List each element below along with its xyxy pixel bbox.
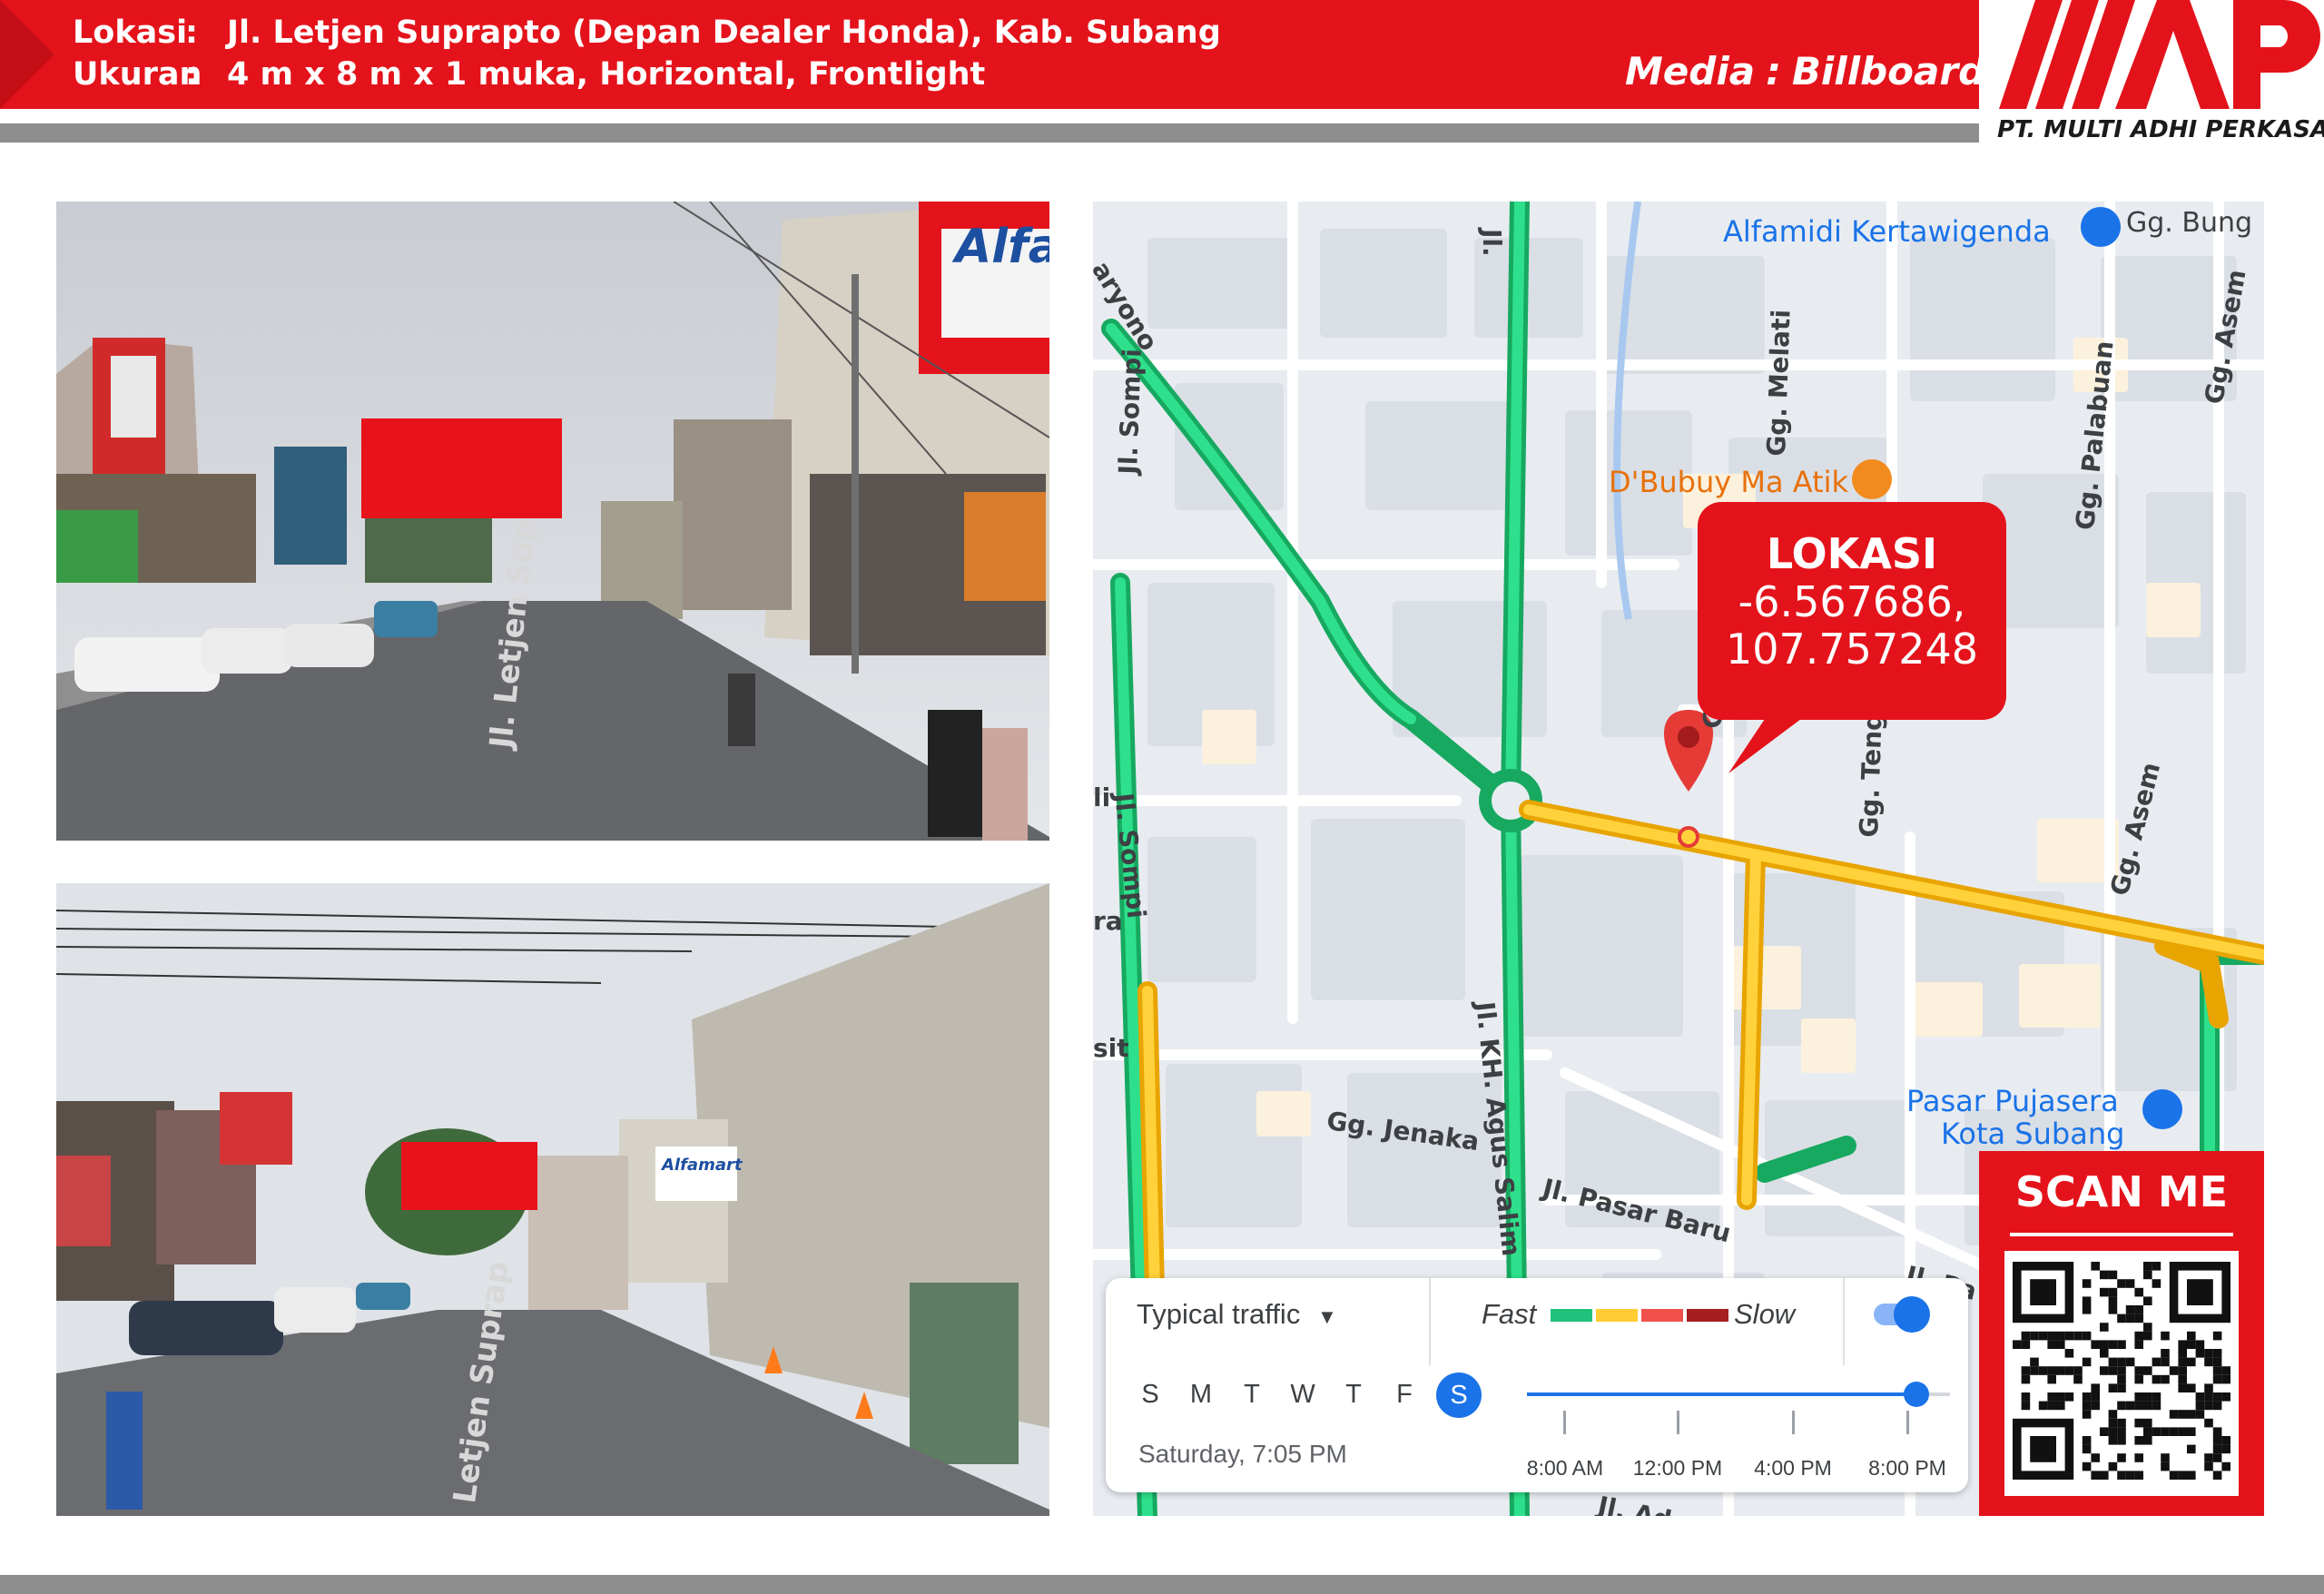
ukuran-line: Ukuran: 4 m x 8 m x 1 muka, Horizontal, F…	[73, 56, 985, 93]
day-thu[interactable]: T	[1333, 1380, 1374, 1410]
traffic-toggle[interactable]	[1874, 1296, 1930, 1333]
traffic-datetime: Saturday, 7:05 PM	[1138, 1440, 1347, 1468]
lokasi-colon: :	[185, 15, 198, 51]
lokasi-label: Lokasi	[73, 15, 188, 51]
time-tick-12pm	[1677, 1411, 1679, 1434]
traffic-legend-slow	[1641, 1309, 1683, 1322]
time-slider-track[interactable]	[1527, 1382, 1950, 1407]
lokasi-line: Lokasi: Jl. Letjen Suprapto (Depan Dealer…	[73, 15, 1221, 51]
poi-pasar-pujasera[interactable]: Pasar Pujasera	[1906, 1084, 2119, 1118]
traffic-legend-medium	[1596, 1309, 1638, 1322]
time-label-8am: 8:00 AM	[1526, 1456, 1604, 1480]
time-tick-8pm	[1906, 1411, 1909, 1434]
billboard-marker-bottom	[401, 1142, 537, 1210]
day-sat-selected[interactable]: S	[1436, 1373, 1482, 1418]
traffic-divider-2	[1843, 1278, 1845, 1365]
time-slider-fill	[1527, 1392, 1916, 1396]
header-divider	[0, 123, 1979, 143]
traffic-panel: Typical traffic ▼ Fast Slow S M T W T F …	[1106, 1278, 1968, 1492]
traffic-mode-select[interactable]: Typical traffic ▼	[1137, 1298, 1337, 1331]
ukuran-colon: :	[185, 56, 198, 93]
shop-sign-bottom: Alfamart	[662, 1156, 743, 1175]
traffic-fast-label: Fast	[1482, 1298, 1537, 1330]
time-label-4pm: 4:00 PM	[1754, 1456, 1832, 1480]
road-ra: ra	[1093, 906, 1123, 936]
road-gg-melati: Gg. Melati	[1761, 309, 1797, 458]
ukuran-label: Ukuran	[73, 56, 202, 93]
toggle-knob	[1894, 1296, 1930, 1333]
ukuran-value: 4 m x 8 m x 1 muka, Horizontal, Frontlig…	[227, 56, 986, 93]
day-sun[interactable]: S	[1129, 1380, 1171, 1410]
day-wed[interactable]: W	[1282, 1380, 1324, 1410]
footer-divider	[0, 1575, 2324, 1594]
road-jl-sompi-top: Jl. Sompi	[1113, 348, 1147, 476]
lokasi-value: Jl. Letjen Suprapto (Depan Dealer Honda)…	[227, 15, 1221, 51]
traffic-legend-very-slow	[1687, 1309, 1728, 1322]
qr-code[interactable]	[2004, 1251, 2239, 1496]
restaurant-icon	[1852, 459, 1892, 499]
road-sit: sit	[1093, 1033, 1129, 1063]
traffic-mode-label: Typical traffic	[1137, 1298, 1301, 1330]
location-longitude: 107.757248	[1725, 625, 1979, 674]
shopping-cart-icon	[2142, 1089, 2182, 1129]
scan-me-title: SCAN ME	[2014, 1167, 2229, 1216]
road-li: li	[1093, 782, 1111, 812]
street-photo-bottom: Letjen Suprap Alfamart	[56, 883, 1049, 1516]
map-logo-mark	[1999, 0, 2320, 109]
poi-dbubuy[interactable]: D'Bubuy Ma Atik	[1609, 465, 1848, 499]
road-gg-teng: Gg. Teng	[1854, 712, 1888, 839]
day-mon[interactable]: M	[1180, 1380, 1222, 1410]
qr-code-pattern	[2013, 1262, 2230, 1480]
poi-alfamidi[interactable]: Alfamidi Kertawigenda	[1723, 214, 2051, 249]
media-label: Media	[1625, 49, 1756, 93]
street-photo-top: Jl. Letjen Suprap Alfa	[56, 202, 1049, 841]
media-value: Billboard	[1791, 49, 1986, 93]
time-label-8pm: 8:00 PM	[1868, 1456, 1946, 1480]
location-title: LOKASI	[1766, 529, 1938, 578]
company-logo	[1979, 0, 2324, 109]
time-slider-handle[interactable]	[1903, 1382, 1929, 1407]
road-gg-bung: Gg. Bung	[2126, 207, 2253, 239]
shop-sign-top: Alfa	[955, 220, 1049, 274]
traffic-slow-label: Slow	[1734, 1298, 1796, 1330]
time-tick-8am	[1563, 1411, 1566, 1434]
shopping-cart-icon	[2081, 207, 2121, 247]
day-fri[interactable]: F	[1384, 1380, 1425, 1410]
company-name: PT. MULTI ADHI PERKASA	[1997, 116, 2324, 143]
scan-me-underline	[2010, 1233, 2233, 1236]
time-tick-4pm	[1792, 1411, 1795, 1434]
chevron-down-icon: ▼	[1316, 1305, 1337, 1328]
road-jl-top: Jl.	[1477, 229, 1507, 257]
traffic-divider	[1429, 1278, 1431, 1365]
media-type: Media: Billboard	[1625, 49, 1985, 93]
day-tue[interactable]: T	[1231, 1380, 1273, 1410]
time-label-12pm: 12:00 PM	[1632, 1456, 1723, 1480]
poi-kota-subang: Kota Subang	[1941, 1117, 2125, 1151]
location-callout: LOKASI -6.567686, 107.757248	[1698, 502, 2006, 720]
location-latitude: -6.567686,	[1738, 577, 1966, 626]
media-colon: :	[1766, 49, 1781, 93]
billboard-marker-top	[361, 418, 562, 518]
day-sat-label: S	[1450, 1381, 1468, 1410]
traffic-legend-fast	[1551, 1309, 1592, 1322]
